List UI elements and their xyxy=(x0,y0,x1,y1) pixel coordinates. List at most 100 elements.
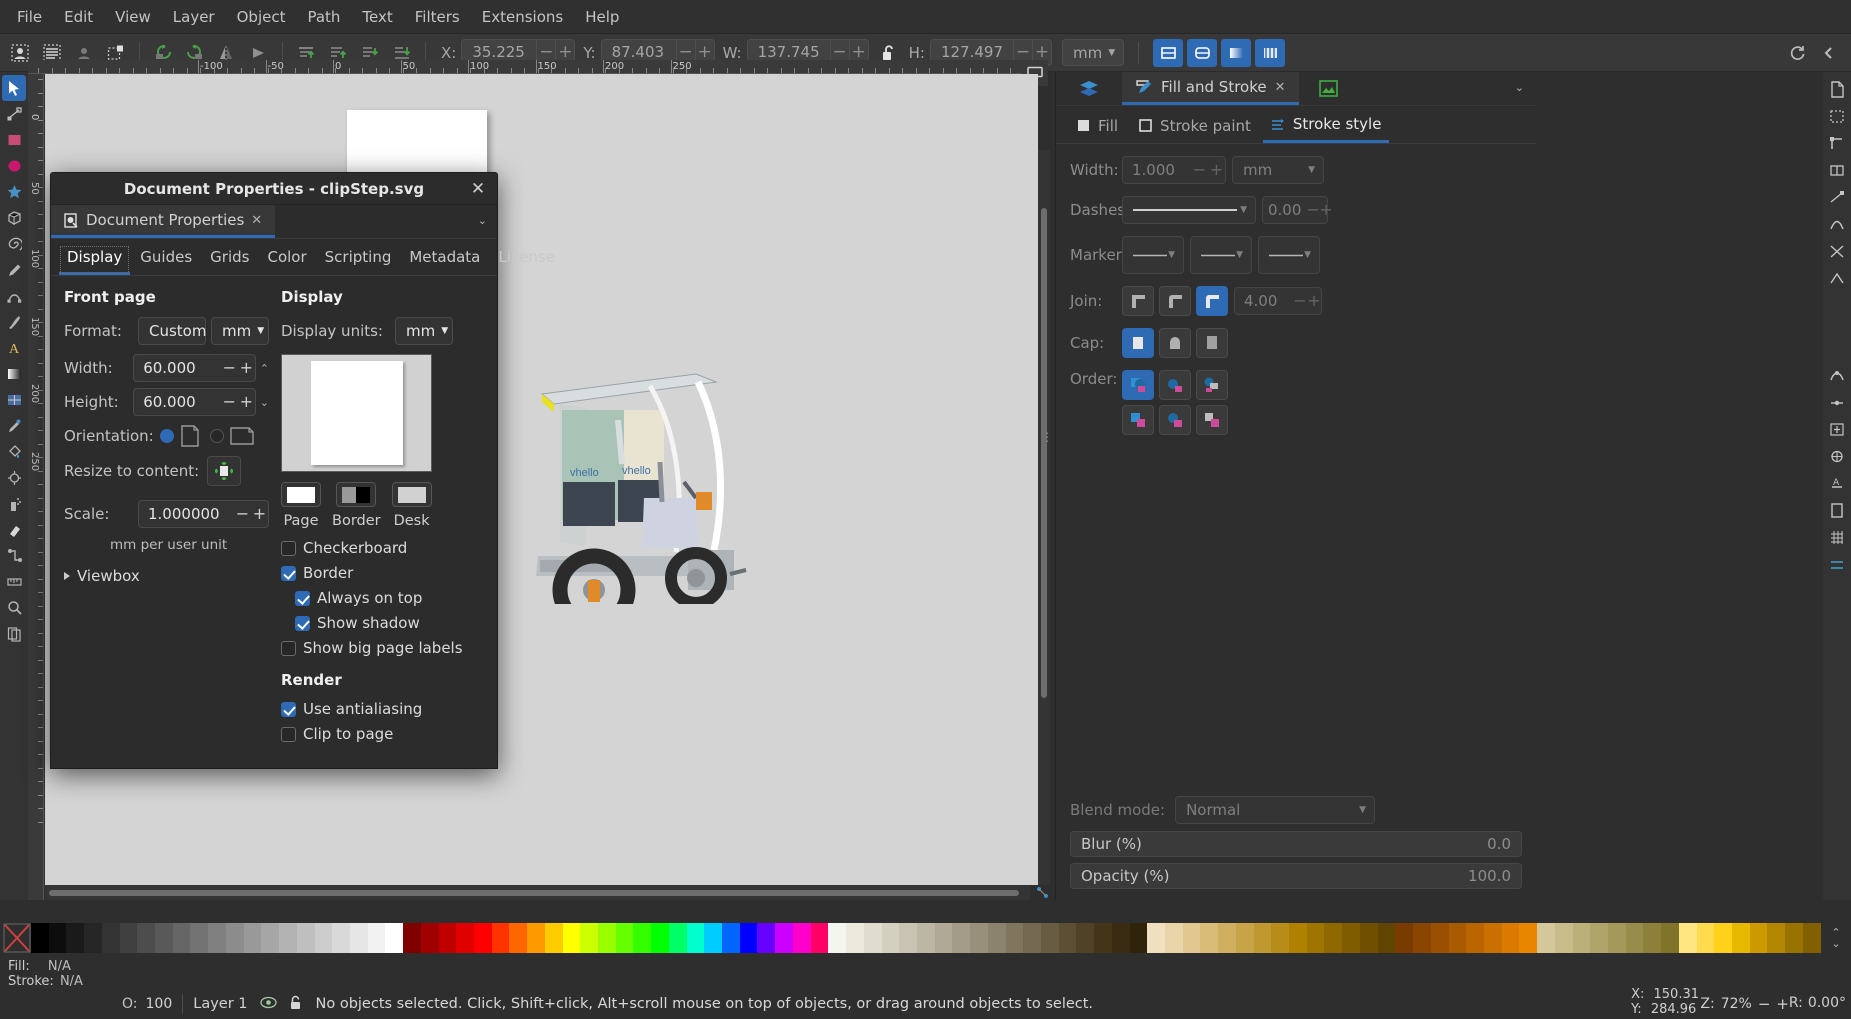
palette-swatch[interactable] xyxy=(1306,923,1325,953)
snap-node-icon[interactable] xyxy=(1825,184,1849,211)
menu-help[interactable]: Help xyxy=(574,4,630,30)
palette-swatch[interactable] xyxy=(757,923,776,953)
snap-object-center-icon[interactable] xyxy=(1825,416,1849,443)
tool-spray[interactable] xyxy=(2,491,26,517)
menu-path[interactable]: Path xyxy=(296,4,351,30)
palette-swatch[interactable] xyxy=(527,923,545,953)
stroke-width-increment[interactable]: + xyxy=(1208,157,1225,183)
snap-enable-icon[interactable] xyxy=(1825,76,1849,103)
palette-swatch[interactable] xyxy=(580,923,598,953)
palette-swatch[interactable] xyxy=(1271,923,1290,953)
rotation-control[interactable]: R: 0.00° xyxy=(1789,995,1846,1011)
palette-swatch[interactable] xyxy=(1483,923,1502,953)
hscroll-thumb[interactable] xyxy=(49,890,1019,896)
chevron-down-icon[interactable]: ⌄ xyxy=(1831,938,1840,949)
tool-gradient[interactable] xyxy=(2,361,26,387)
palette-swatch[interactable] xyxy=(881,923,900,953)
palette-swatch[interactable] xyxy=(810,923,829,953)
checkbox-always-on-top[interactable] xyxy=(295,590,310,606)
palette-swatch[interactable] xyxy=(137,923,156,953)
checkbox-checkerboard[interactable] xyxy=(281,540,296,556)
palette-swatch[interactable] xyxy=(279,923,297,953)
scale-decrement[interactable]: − xyxy=(234,501,251,527)
zoom-out-icon[interactable]: − xyxy=(1758,995,1771,1013)
palette-swatch[interactable] xyxy=(1501,923,1520,953)
vscroll-thumb[interactable] xyxy=(1041,208,1047,698)
swatch-desk-button[interactable] xyxy=(391,482,432,507)
order-fill-stroke-markers-button[interactable] xyxy=(1196,370,1228,400)
palette-swatch[interactable] xyxy=(367,923,386,953)
checkbox-row-always-on-top[interactable]: Always on top xyxy=(295,589,497,607)
palette-swatch[interactable] xyxy=(155,923,173,953)
palette-swatch[interactable] xyxy=(438,923,457,953)
menu-file[interactable]: File xyxy=(6,4,53,30)
palette-swatch[interactable] xyxy=(1058,923,1077,953)
palette-swatch[interactable] xyxy=(1342,923,1360,953)
dialog-tab-display[interactable]: Display xyxy=(59,245,131,275)
cap-square-button[interactable] xyxy=(1196,328,1228,358)
palette-scroll-controls[interactable]: ⌃ ⌄ xyxy=(1821,927,1851,949)
command-bar-overflow-icon[interactable] xyxy=(1781,38,1813,68)
palette-swatch[interactable] xyxy=(1324,923,1343,953)
snap-text-baseline-icon[interactable]: A xyxy=(1825,470,1849,497)
no-color-swatch[interactable] xyxy=(3,923,31,953)
palette-swatch[interactable] xyxy=(562,923,581,953)
panel-resize-handle[interactable]: ⋮ xyxy=(1041,430,1053,444)
palette-swatch[interactable] xyxy=(1395,923,1414,953)
swap-dimensions-icon-2[interactable]: ⌄ xyxy=(260,396,269,409)
swatch-border-button[interactable] xyxy=(336,482,377,507)
tool-star[interactable] xyxy=(2,179,26,205)
dash-pattern-dropdown[interactable]: ▼ xyxy=(1122,196,1256,224)
tool-spiral[interactable] xyxy=(2,231,26,257)
palette-swatch[interactable] xyxy=(1696,923,1715,953)
palette-swatch[interactable] xyxy=(1749,923,1768,953)
checkbox-use-antialiasing[interactable] xyxy=(281,701,296,717)
palette-swatch[interactable] xyxy=(952,923,971,953)
tool-eraser[interactable] xyxy=(2,517,26,543)
collapse-toolbar-icon[interactable] xyxy=(1813,38,1845,68)
dialog-tab-scripting[interactable]: Scripting xyxy=(317,245,400,275)
canvas-vertical-scrollbar[interactable] xyxy=(1038,150,1050,885)
snap-cusp-node-icon[interactable] xyxy=(1825,265,1849,292)
palette-swatch[interactable] xyxy=(686,923,705,953)
marker-mid-dropdown[interactable]: ▼ xyxy=(1190,236,1252,274)
palette-swatch[interactable] xyxy=(1802,923,1821,953)
palette-swatch[interactable] xyxy=(243,923,262,953)
palette-swatch[interactable] xyxy=(1537,923,1555,953)
palette-swatch[interactable] xyxy=(296,923,315,953)
blend-mode-dropdown[interactable]: Normal ▼ xyxy=(1175,796,1376,824)
palette-swatch[interactable] xyxy=(1430,923,1449,953)
dash-offset-input[interactable]: 0.00 − + xyxy=(1262,196,1333,224)
palette-swatch[interactable] xyxy=(704,923,723,953)
snap-bounding-box-icon[interactable] xyxy=(1825,103,1849,130)
order-stroke-markers-fill-button[interactable] xyxy=(1159,370,1191,400)
palette-swatch[interactable] xyxy=(863,923,882,953)
palette-swatch[interactable] xyxy=(1023,923,1041,953)
palette-swatch[interactable] xyxy=(84,923,102,953)
palette-swatch[interactable] xyxy=(651,923,669,953)
affect-stroke-width-toggle[interactable] xyxy=(1153,38,1183,67)
subtab-stroke-style[interactable]: Stroke style xyxy=(1262,113,1390,143)
snap-bbox-corner-icon[interactable] xyxy=(1825,130,1849,157)
tool-3dbox[interactable] xyxy=(2,205,26,231)
layer-lock-icon[interactable] xyxy=(289,995,302,1014)
page-height-decrement[interactable]: − xyxy=(221,389,238,415)
menu-view[interactable]: View xyxy=(104,4,162,30)
palette-swatch[interactable] xyxy=(1448,923,1467,953)
dash-offset-increment[interactable]: + xyxy=(1319,197,1332,223)
subtab-fill[interactable]: Fill xyxy=(1068,113,1126,143)
miter-decrement[interactable]: − xyxy=(1293,288,1307,314)
miter-limit-input[interactable]: 4.00 − + xyxy=(1234,287,1322,315)
palette-swatch[interactable] xyxy=(1413,923,1431,953)
palette-swatch[interactable] xyxy=(1590,923,1608,953)
tool-tweak[interactable] xyxy=(2,465,26,491)
resize-to-content-button[interactable] xyxy=(207,456,241,486)
dock-tab-close-icon[interactable]: ✕ xyxy=(251,213,262,228)
dialog-tab-metadata[interactable]: Metadata xyxy=(401,245,488,275)
viewbox-expander[interactable]: Viewbox xyxy=(64,567,269,585)
tool-measure[interactable] xyxy=(2,569,26,595)
close-icon[interactable]: ✕ xyxy=(467,178,489,200)
palette-swatch[interactable] xyxy=(792,923,811,953)
palette-swatch[interactable] xyxy=(403,923,421,953)
palette-swatch[interactable] xyxy=(615,923,634,953)
